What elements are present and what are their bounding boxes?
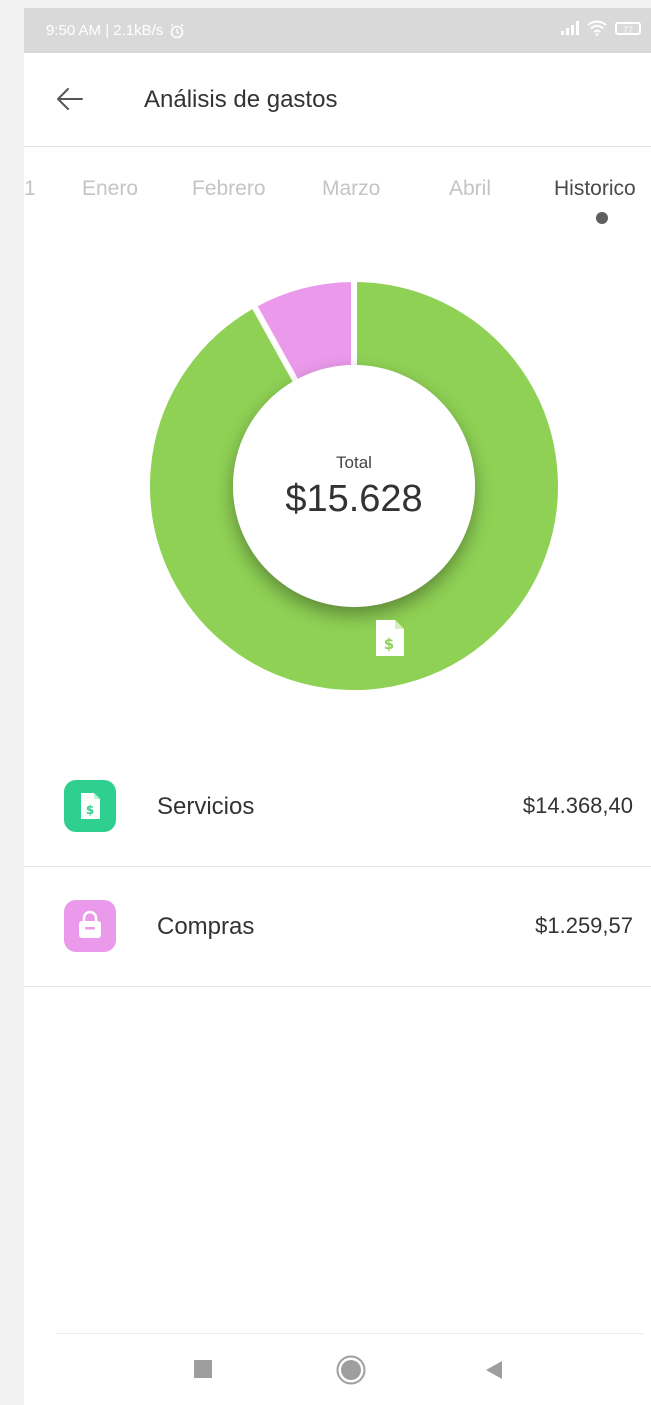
app-bar: Análisis de gastos: [24, 53, 651, 147]
arrow-left-icon: [57, 88, 83, 110]
shopping-bag-icon: [64, 900, 116, 952]
battery-level: 77: [622, 24, 633, 35]
home-circle-icon: [336, 1355, 366, 1385]
category-row-servicios[interactable]: $ Servicios $14.368,40: [24, 746, 651, 867]
category-name: Compras: [157, 913, 255, 940]
svg-text:$: $: [86, 803, 94, 817]
recents-button[interactable]: [193, 1359, 213, 1384]
status-bar: 9:50 AM | 2.1kB/s 77: [24, 8, 651, 53]
back-triangle-icon: [486, 1361, 502, 1379]
total-label: Total: [336, 453, 372, 472]
invoice-dollar-icon: $: [64, 780, 116, 832]
tab-abril[interactable]: Abril: [449, 177, 491, 201]
system-back-button[interactable]: [484, 1359, 504, 1386]
system-nav-bar: [56, 1333, 644, 1405]
wifi-icon: [587, 20, 607, 36]
phone-screen: 9:50 AM | 2.1kB/s 77 Análisis de gastos …: [24, 8, 651, 1405]
active-tab-indicator: [596, 212, 608, 224]
tab-historico[interactable]: Historico: [554, 177, 636, 201]
tab-enero[interactable]: Enero: [82, 177, 138, 201]
svg-text:$: $: [384, 635, 394, 653]
category-amount: $14.368,40: [522, 793, 633, 818]
status-right: 77: [561, 20, 641, 36]
month-tabs: 1 Enero Febrero Marzo Abril Historico: [24, 147, 651, 237]
category-name: Servicios: [157, 793, 255, 820]
page-title: Análisis de gastos: [144, 86, 338, 113]
back-button[interactable]: [54, 83, 86, 115]
battery-icon: 77: [615, 21, 641, 35]
tab-marzo[interactable]: Marzo: [322, 177, 380, 201]
category-row-compras[interactable]: Compras $1.259,57: [24, 866, 651, 987]
expense-donut-chart: Total $15.628 $: [134, 266, 574, 706]
tab-previous[interactable]: 1: [24, 177, 36, 201]
signal-icon: [561, 21, 579, 35]
tab-febrero[interactable]: Febrero: [192, 177, 266, 201]
invoice-dollar-icon: $: [376, 620, 404, 656]
home-button[interactable]: [335, 1354, 367, 1391]
status-left: 9:50 AM | 2.1kB/s: [46, 22, 185, 39]
chart-center: Total $15.628: [233, 365, 475, 607]
alarm-icon: [170, 23, 184, 38]
total-value: $15.628: [285, 478, 423, 520]
recents-square-icon: [194, 1360, 212, 1378]
status-time: 9:50 AM | 2.1kB/s: [46, 22, 164, 39]
category-amount: $1.259,57: [535, 913, 633, 938]
